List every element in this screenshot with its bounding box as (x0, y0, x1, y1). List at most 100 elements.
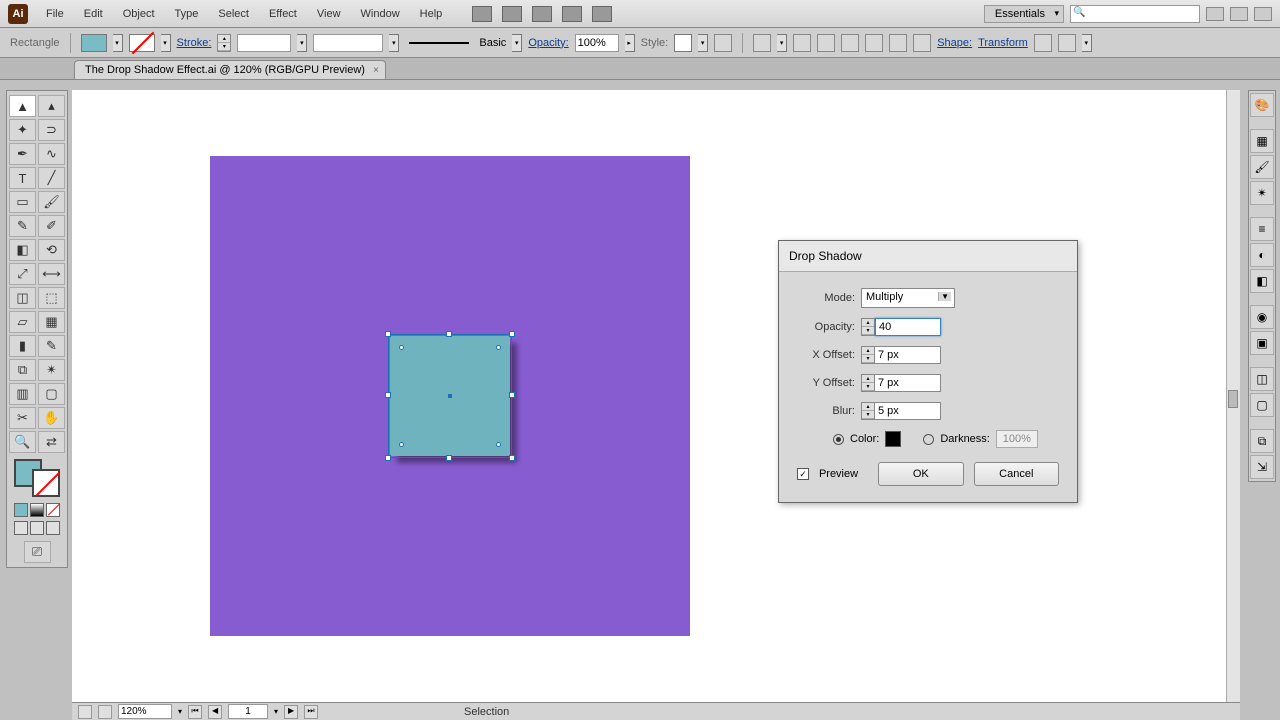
fill-stroke-indicator[interactable] (12, 457, 62, 499)
draw-behind-icon[interactable] (30, 521, 44, 535)
align-left-icon[interactable] (793, 34, 811, 52)
close-button[interactable] (1254, 7, 1272, 21)
menu-select[interactable]: Select (208, 4, 259, 24)
graphic-styles-panel-icon[interactable]: ▣ (1250, 331, 1274, 355)
opacity-dd[interactable]: ▸ (625, 34, 635, 52)
menu-file[interactable]: File (36, 4, 74, 24)
scrollbar-thumb[interactable] (1228, 390, 1238, 408)
appearance-panel-icon[interactable]: ◉ (1250, 305, 1274, 329)
handle-b[interactable] (446, 455, 452, 461)
blob-brush-tool[interactable]: ✐ (38, 215, 65, 237)
swap-icon[interactable]: ⇄ (38, 431, 65, 453)
draw-inside-icon[interactable] (46, 521, 60, 535)
free-transform-tool[interactable]: ◫ (9, 287, 36, 309)
direct-selection-tool[interactable]: ▴ (38, 95, 65, 117)
handle-br[interactable] (509, 455, 515, 461)
document-tab[interactable]: The Drop Shadow Effect.ai @ 120% (RGB/GP… (74, 60, 386, 79)
handle-bl[interactable] (385, 455, 391, 461)
opacity-spinner[interactable]: ▴▾ (861, 318, 875, 336)
zoom-select[interactable] (118, 704, 172, 719)
fill-dropdown[interactable]: ▾ (113, 34, 123, 52)
stroke-weight-spinner[interactable]: ▴▾ (217, 34, 231, 52)
artboard-number[interactable] (228, 704, 268, 719)
color-swatch[interactable] (885, 431, 901, 447)
menu-edit[interactable]: Edit (74, 4, 113, 24)
blend-tool[interactable]: ⧉ (9, 359, 36, 381)
stroke-color[interactable] (32, 469, 60, 497)
stroke-panel-icon[interactable]: ≡ (1250, 217, 1274, 241)
gradient-panel-icon[interactable]: ◐ (1250, 243, 1274, 267)
corner-widget-tl[interactable] (399, 345, 404, 350)
line-tool[interactable]: ╱ (38, 167, 65, 189)
layout-icon[interactable] (472, 6, 492, 22)
pen-tool[interactable]: ✒ (9, 143, 36, 165)
paintbrush-tool[interactable]: 🖌 (38, 191, 65, 213)
zoom-dd[interactable]: ▾ (178, 707, 182, 716)
workspace-switcher[interactable]: Essentials (984, 5, 1064, 23)
handle-tr[interactable] (509, 331, 515, 337)
corner-dd[interactable]: ▾ (1082, 34, 1092, 52)
status-icon-2[interactable] (98, 705, 112, 719)
artboard-tool[interactable]: ▢ (38, 383, 65, 405)
status-icon-1[interactable] (78, 705, 92, 719)
align-top-icon[interactable] (865, 34, 883, 52)
pencil-tool[interactable]: ✎ (9, 215, 36, 237)
color-radio[interactable] (833, 434, 844, 445)
yoffset-input[interactable] (875, 374, 941, 392)
stroke-weight-input[interactable] (237, 34, 291, 52)
rectangle-tool[interactable]: ▭ (9, 191, 36, 213)
column-graph-tool[interactable]: ▥ (9, 383, 36, 405)
magic-wand-tool[interactable]: ✦ (9, 119, 36, 141)
align-middle-icon[interactable] (889, 34, 907, 52)
darkness-radio[interactable] (923, 434, 934, 445)
swatches-panel-icon[interactable]: ▦ (1250, 129, 1274, 153)
slice-tool[interactable]: ✂ (9, 407, 36, 429)
draw-normal-icon[interactable] (14, 521, 28, 535)
color-mode-none[interactable] (46, 503, 60, 517)
gpu-icon[interactable] (502, 6, 522, 22)
curvature-tool[interactable]: ∿ (38, 143, 65, 165)
color-mode-solid[interactable] (14, 503, 28, 517)
opacity-input[interactable] (875, 318, 941, 336)
eraser-tool[interactable]: ◧ (9, 239, 36, 261)
rotate-tool[interactable]: ⟲ (38, 239, 65, 261)
isolate-icon[interactable] (1034, 34, 1052, 52)
style-swatch[interactable] (674, 34, 692, 52)
corner-icon[interactable] (1058, 34, 1076, 52)
lasso-tool[interactable]: ⊃ (38, 119, 65, 141)
shape-builder-tool[interactable]: ⬚ (38, 287, 65, 309)
symbol-sprayer-tool[interactable]: ✴ (38, 359, 65, 381)
brushes-panel-icon[interactable]: 🖌 (1250, 155, 1274, 179)
mode-select[interactable]: Multiply (861, 288, 955, 308)
corner-widget-tr[interactable] (496, 345, 501, 350)
menu-type[interactable]: Type (165, 4, 209, 24)
width-tool[interactable]: ⟷ (38, 263, 65, 285)
search-input[interactable] (1070, 5, 1200, 23)
type-tool[interactable]: T (9, 167, 36, 189)
artboards-panel-icon[interactable]: ▢ (1250, 393, 1274, 417)
opacity-link[interactable]: Opacity: (528, 37, 568, 49)
align-icon[interactable] (753, 34, 771, 52)
corner-widget-bl[interactable] (399, 442, 404, 447)
maximize-button[interactable] (1230, 7, 1248, 21)
layers-panel-icon[interactable]: ◫ (1250, 367, 1274, 391)
style-dd[interactable]: ▾ (698, 34, 708, 52)
stroke-profile-dd[interactable]: ▾ (297, 34, 307, 52)
screen-mode-icon[interactable]: ⎚ (24, 541, 51, 563)
artboard-dd[interactable]: ▾ (274, 707, 278, 716)
brush-dd[interactable]: ▾ (512, 34, 522, 52)
first-artboard-icon[interactable]: ⏮ (188, 705, 202, 719)
stroke-swatch[interactable] (129, 34, 155, 52)
handle-l[interactable] (385, 392, 391, 398)
menu-window[interactable]: Window (351, 4, 410, 24)
next-artboard-icon[interactable]: ▶ (284, 705, 298, 719)
asset-export-panel-icon[interactable]: ⇲ (1250, 455, 1274, 479)
var-width-dd[interactable]: ▾ (389, 34, 399, 52)
transform-link[interactable]: Transform (978, 37, 1028, 49)
recolor-icon[interactable] (714, 34, 732, 52)
eyedropper-tool[interactable]: ✎ (38, 335, 65, 357)
menu-help[interactable]: Help (410, 4, 453, 24)
artboard[interactable] (210, 156, 690, 636)
yoffset-spinner[interactable]: ▴▾ (861, 374, 875, 392)
fill-swatch[interactable] (81, 34, 107, 52)
